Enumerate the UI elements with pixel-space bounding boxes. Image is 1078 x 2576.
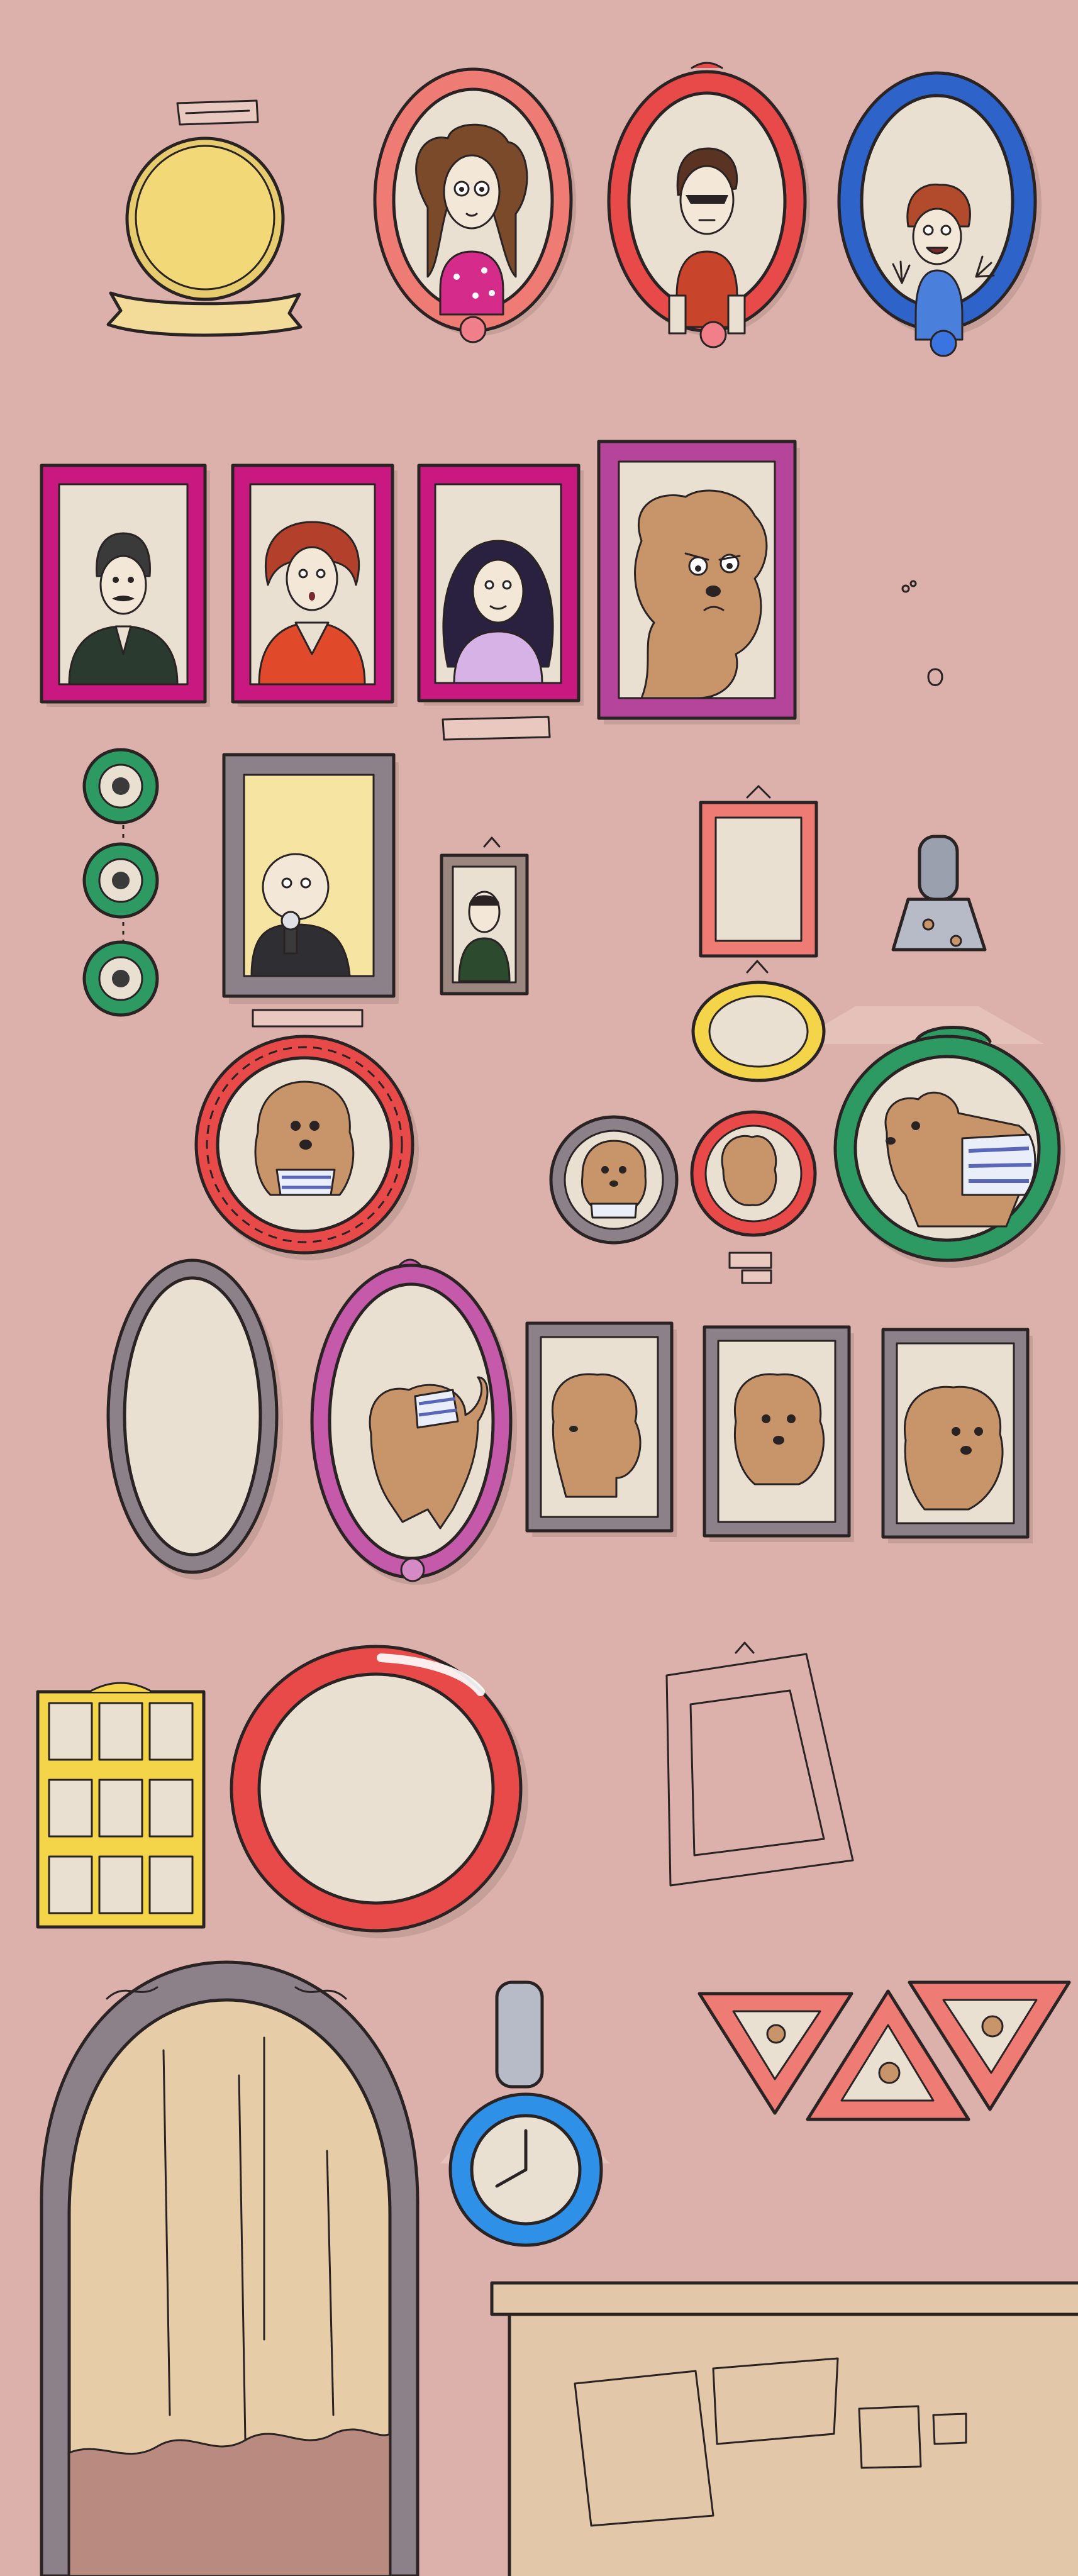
wall-hook-dots xyxy=(901,580,943,686)
bald-man-name-plate xyxy=(252,1009,364,1028)
empty-tilted-outline-frame[interactable] xyxy=(665,1641,854,1887)
wooden-cabinet[interactable] xyxy=(490,2281,1078,2576)
tall-gray-floor-mirror[interactable] xyxy=(40,1960,420,2576)
empty-gray-oval-mirror[interactable] xyxy=(106,1258,283,1580)
portrait-poodle-head-left[interactable] xyxy=(525,1321,677,1537)
yellow-oval-frame[interactable] xyxy=(691,960,826,1082)
portrait-poodle-small-front[interactable] xyxy=(549,1115,679,1245)
portrait-curly-haired-woman[interactable] xyxy=(373,67,576,343)
empty-salmon-frame[interactable] xyxy=(699,785,818,958)
gold-multi-photo-frame[interactable] xyxy=(36,1682,206,1929)
portrait-waving-kid[interactable] xyxy=(837,71,1042,357)
red-round-mirror[interactable] xyxy=(230,1645,528,1938)
portrait-dark-hair-woman[interactable] xyxy=(417,464,584,706)
dark-hair-name-plate xyxy=(442,716,551,741)
portrait-poodle-sweater-side[interactable] xyxy=(833,1026,1065,1269)
blue-wall-clock[interactable] xyxy=(440,1980,610,2247)
portrait-boy-with-sunglasses[interactable] xyxy=(607,62,810,348)
gold-oval-mirror[interactable] xyxy=(125,136,285,301)
green-mini-frame-chain[interactable] xyxy=(82,748,159,1017)
portrait-poodle-small-side[interactable] xyxy=(690,1110,817,1237)
portrait-poodle-sweater-front[interactable] xyxy=(194,1035,419,1260)
portrait-mustache-man[interactable] xyxy=(40,464,210,707)
portrait-redhead-woman[interactable] xyxy=(231,464,397,707)
portrait-poodle-head-center[interactable] xyxy=(703,1325,854,1542)
wall-name-plate[interactable] xyxy=(176,99,259,126)
portrait-poodle-standing-sweater[interactable] xyxy=(310,1258,517,1585)
portrait-poodle-grumpy[interactable] xyxy=(597,440,800,724)
portrait-young-man[interactable] xyxy=(440,836,529,996)
portrait-bald-man-microphone[interactable] xyxy=(222,753,399,1004)
wall-lamp-top[interactable] xyxy=(792,835,1044,1044)
small-side-name-tag xyxy=(728,1252,772,1284)
portrait-poodle-head-right[interactable] xyxy=(881,1328,1033,1543)
portrait-wall-scene xyxy=(36,62,1078,2576)
